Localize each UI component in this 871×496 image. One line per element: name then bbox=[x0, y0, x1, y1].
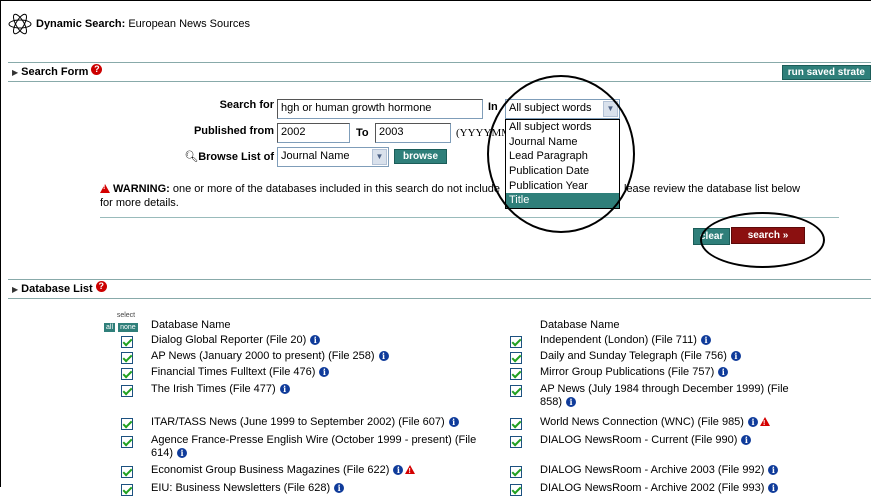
info-icon[interactable]: i bbox=[566, 397, 577, 407]
browse-list-select[interactable]: Journal Name ▼ bbox=[277, 147, 389, 167]
warning-icon bbox=[405, 465, 416, 478]
database-checkbox[interactable] bbox=[510, 484, 522, 496]
to-label: To bbox=[356, 127, 369, 139]
info-icon[interactable]: i bbox=[718, 367, 729, 377]
database-checkbox[interactable] bbox=[510, 368, 522, 380]
database-checkbox[interactable] bbox=[510, 352, 522, 364]
search-for-input[interactable]: hgh or human growth hormone bbox=[277, 99, 483, 119]
window-top-border bbox=[0, 0, 871, 1]
help-icon[interactable]: ? bbox=[91, 63, 103, 75]
warning-icon bbox=[100, 184, 110, 193]
database-checkbox[interactable] bbox=[121, 368, 133, 380]
info-icon[interactable]: i bbox=[334, 483, 345, 493]
expand-arrow-icon: ▶ bbox=[12, 284, 19, 294]
database-checkbox[interactable] bbox=[510, 418, 522, 430]
database-checkbox[interactable] bbox=[121, 336, 133, 348]
database-checkbox[interactable] bbox=[121, 352, 133, 364]
info-icon[interactable]: i bbox=[747, 417, 758, 427]
select-none-button[interactable]: none bbox=[118, 323, 138, 332]
page-title: Dynamic Search: European News Sources bbox=[36, 18, 251, 30]
database-checkbox[interactable] bbox=[121, 436, 133, 448]
select-all-button[interactable]: all bbox=[104, 323, 116, 332]
search-for-label: Search for bbox=[219, 99, 274, 111]
info-icon[interactable]: i bbox=[700, 335, 711, 345]
info-icon[interactable]: i bbox=[730, 351, 741, 361]
published-from-input[interactable]: 2002 bbox=[277, 123, 350, 143]
database-list-section-bar[interactable]: ▶ Database List ? bbox=[8, 279, 871, 299]
database-checkbox[interactable] bbox=[121, 466, 133, 478]
warning-message-end: for more details. bbox=[100, 197, 179, 209]
info-icon[interactable]: i bbox=[768, 465, 779, 475]
database-checkbox[interactable] bbox=[121, 385, 133, 397]
chevron-down-icon[interactable]: ▼ bbox=[372, 149, 387, 165]
database-checkbox[interactable] bbox=[121, 418, 133, 430]
help-icon[interactable]: ? bbox=[95, 280, 107, 292]
browse-button[interactable]: browse bbox=[394, 149, 448, 164]
info-icon[interactable]: i bbox=[393, 465, 404, 475]
info-icon[interactable]: i bbox=[768, 483, 779, 493]
annotation-circle-dropdown bbox=[487, 75, 635, 233]
database-checkbox[interactable] bbox=[510, 466, 522, 478]
annotation-circle-search bbox=[700, 212, 825, 268]
warning-message: WARNING: one or more of the databases in… bbox=[100, 183, 510, 195]
database-checkbox[interactable] bbox=[510, 336, 522, 348]
info-icon[interactable]: i bbox=[741, 435, 752, 445]
window-left-border bbox=[0, 0, 1, 487]
right-column-header: Database Name bbox=[540, 319, 620, 331]
browse-list-label: 🔍︎Browse List of bbox=[184, 151, 274, 163]
left-column-header: Database Name bbox=[151, 319, 231, 331]
magnifier-icon: 🔍︎ bbox=[184, 151, 199, 163]
database-checkbox[interactable] bbox=[121, 484, 133, 496]
run-saved-strategy-button[interactable]: run saved strate bbox=[781, 65, 871, 80]
atom-logo-icon bbox=[8, 13, 32, 35]
info-icon[interactable]: i bbox=[319, 367, 330, 377]
database-list-title: Database List bbox=[21, 283, 93, 295]
app-header: Dynamic Search: European News Sources bbox=[8, 12, 250, 36]
info-icon[interactable]: i bbox=[279, 384, 290, 394]
database-checkbox[interactable] bbox=[510, 385, 522, 397]
search-form-section-bar[interactable]: ▶ Search Form ? run saved strate bbox=[8, 62, 871, 82]
select-all-none: all none bbox=[104, 320, 138, 332]
info-icon[interactable]: i bbox=[448, 417, 459, 427]
info-icon[interactable]: i bbox=[177, 448, 188, 458]
published-from-label: Published from bbox=[193, 125, 274, 137]
info-icon[interactable]: i bbox=[310, 335, 321, 345]
database-checkbox[interactable] bbox=[510, 436, 522, 448]
info-icon[interactable]: i bbox=[378, 351, 389, 361]
warning-message-cont: lease review the database list below bbox=[624, 183, 801, 195]
select-label: select bbox=[116, 312, 136, 319]
expand-arrow-icon: ▶ bbox=[12, 67, 19, 77]
warning-icon bbox=[759, 417, 770, 430]
search-form-title: Search Form bbox=[21, 66, 89, 78]
published-to-input[interactable]: 2003 bbox=[375, 123, 451, 143]
